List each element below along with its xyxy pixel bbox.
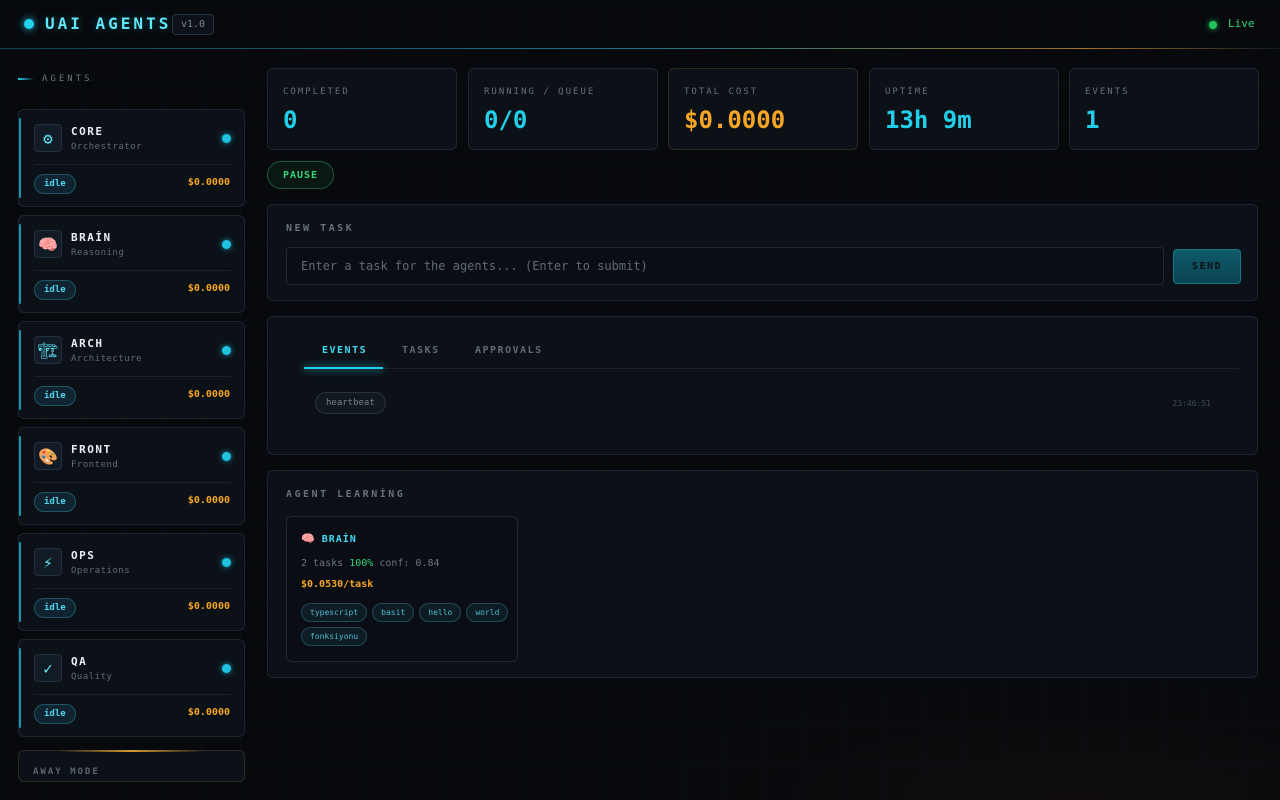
agent-name: FRONT [71, 443, 112, 456]
check-icon: ✓ [34, 654, 62, 682]
agent-status-dot-icon [222, 240, 231, 249]
agent-accent [19, 118, 21, 198]
agent-cost: $0.0000 [187, 283, 230, 294]
agent-divider [34, 376, 231, 377]
agent-role: Architecture [71, 354, 143, 364]
stat-events: EVENTS 1 [1069, 68, 1259, 150]
send-button[interactable]: SEND [1173, 249, 1241, 284]
agent-state-badge: idle [34, 704, 76, 724]
agent-name: CORE [71, 125, 104, 138]
agent-cost: $0.0000 [187, 601, 230, 612]
agent-divider [34, 694, 231, 695]
brain-icon: 🧠 [34, 230, 62, 258]
stat-uptime: UPTİME 13h 9m [869, 68, 1059, 150]
crane-icon: 🏗 [34, 336, 62, 364]
agents-heading: AGENTS [18, 74, 93, 84]
agent-role: Orchestrator [71, 142, 143, 152]
agent-role: Reasoning [71, 248, 125, 258]
task-input[interactable] [286, 247, 1164, 285]
agent-card-front[interactable]: 🎨 FRONT Frontend idle $0.0000 [18, 427, 245, 525]
agent-role: Quality [71, 672, 113, 682]
pause-button[interactable]: PAUSE [267, 161, 334, 189]
brain-icon: 🧠 [301, 532, 316, 545]
agent-status-dot-icon [222, 558, 231, 567]
tab-events[interactable]: EVENTS [322, 345, 367, 356]
version-badge: v1.0 [172, 14, 215, 35]
lightning-icon: ⚡ [34, 548, 62, 576]
stat-running-queue: RUNNING / QUEUE 0/0 [468, 68, 658, 150]
stat-completed: COMPLETED 0 [267, 68, 457, 150]
live-status-label: Live [1228, 17, 1255, 30]
agent-status-dot-icon [222, 664, 231, 673]
agent-status-dot-icon [222, 134, 231, 143]
learning-card-title: 🧠 BRAİN [301, 532, 357, 545]
agent-card-brain[interactable]: 🧠 BRAİN Reasoning idle $0.0000 [18, 215, 245, 313]
agent-accent [19, 224, 21, 304]
learning-tags: typescript basit hello world fonksiyonu [301, 603, 511, 646]
agent-name: BRAİN [71, 231, 112, 244]
brand-dot-icon [24, 19, 34, 29]
away-mode-card[interactable]: AWAY MODE [18, 750, 245, 782]
agent-status-dot-icon [222, 346, 231, 355]
new-task-title: NEW TASK [286, 223, 355, 234]
tag-chip: typescript [301, 603, 368, 622]
agent-learning-panel: AGENT LEARNİNG 🧠 BRAİN 2 tasks 100% conf:… [267, 470, 1258, 678]
agent-role: Frontend [71, 460, 119, 470]
agent-card-ops[interactable]: ⚡ OPS Operations idle $0.0000 [18, 533, 245, 631]
agent-state-badge: idle [34, 598, 76, 618]
agent-card-arch[interactable]: 🏗 ARCH Architecture idle $0.0000 [18, 321, 245, 419]
agent-cost: $0.0000 [187, 177, 230, 188]
agent-card-core[interactable]: ⚙ CORE Orchestrator idle $0.0000 [18, 109, 245, 207]
tag-chip: basit [372, 603, 415, 622]
tab-tasks[interactable]: TASKS [402, 345, 440, 356]
tab-approvals[interactable]: APPROVALS [475, 345, 543, 356]
agent-accent [19, 542, 21, 622]
agent-cost: $0.0000 [187, 707, 230, 718]
tag-chip: fonksiyonu [301, 627, 368, 646]
app-title: UAI AGENTS [45, 14, 172, 33]
agent-name: QA [71, 655, 88, 668]
agent-accent [19, 436, 21, 516]
agent-role: Operations [71, 566, 131, 576]
event-type-badge: heartbeat [315, 392, 386, 414]
stat-total-cost: TOTAL COST $0.0000 [668, 68, 858, 150]
agent-name: OPS [71, 549, 96, 562]
learning-title: AGENT LEARNİNG [286, 489, 406, 500]
agent-state-badge: idle [34, 492, 76, 512]
agent-divider [34, 588, 231, 589]
heading-dash-icon [18, 78, 34, 80]
active-tab-indicator [304, 367, 383, 369]
activity-tabs: EVENTS TASKS APPROVALS [304, 341, 1239, 369]
tag-chip: world [466, 603, 509, 622]
agent-card-qa[interactable]: ✓ QA Quality idle $0.0000 [18, 639, 245, 737]
agent-status-dot-icon [222, 452, 231, 461]
agent-state-badge: idle [34, 386, 76, 406]
learning-card-stats: 2 tasks 100% conf: 0.84 [301, 558, 440, 569]
gear-icon: ⚙ [34, 124, 62, 152]
app-header: UAI AGENTS v1.0 Live [0, 0, 1280, 50]
agent-name: ARCH [71, 337, 104, 350]
activity-panel: EVENTS TASKS APPROVALS heartbeat 23:46:5… [267, 316, 1258, 455]
learning-card-brain[interactable]: 🧠 BRAİN 2 tasks 100% conf: 0.84 $0.0530/t… [286, 516, 518, 662]
learning-card-cost: $0.0530/task [301, 579, 374, 590]
agent-state-badge: idle [34, 174, 76, 194]
agent-cost: $0.0000 [187, 495, 230, 506]
palette-icon: 🎨 [34, 442, 62, 470]
new-task-panel: NEW TASK SEND [267, 204, 1258, 301]
agent-accent [19, 330, 21, 410]
agent-cost: $0.0000 [187, 389, 230, 400]
agent-divider [34, 482, 231, 483]
agent-divider [34, 270, 231, 271]
away-mode-label: AWAY MODE [33, 767, 100, 777]
header-divider [0, 48, 1280, 49]
tag-chip: hello [419, 603, 462, 622]
agent-accent [19, 648, 21, 728]
agent-divider [34, 164, 231, 165]
agent-state-badge: idle [34, 280, 76, 300]
event-timestamp: 23:46:51 [1172, 399, 1211, 408]
live-status-icon [1209, 21, 1217, 29]
